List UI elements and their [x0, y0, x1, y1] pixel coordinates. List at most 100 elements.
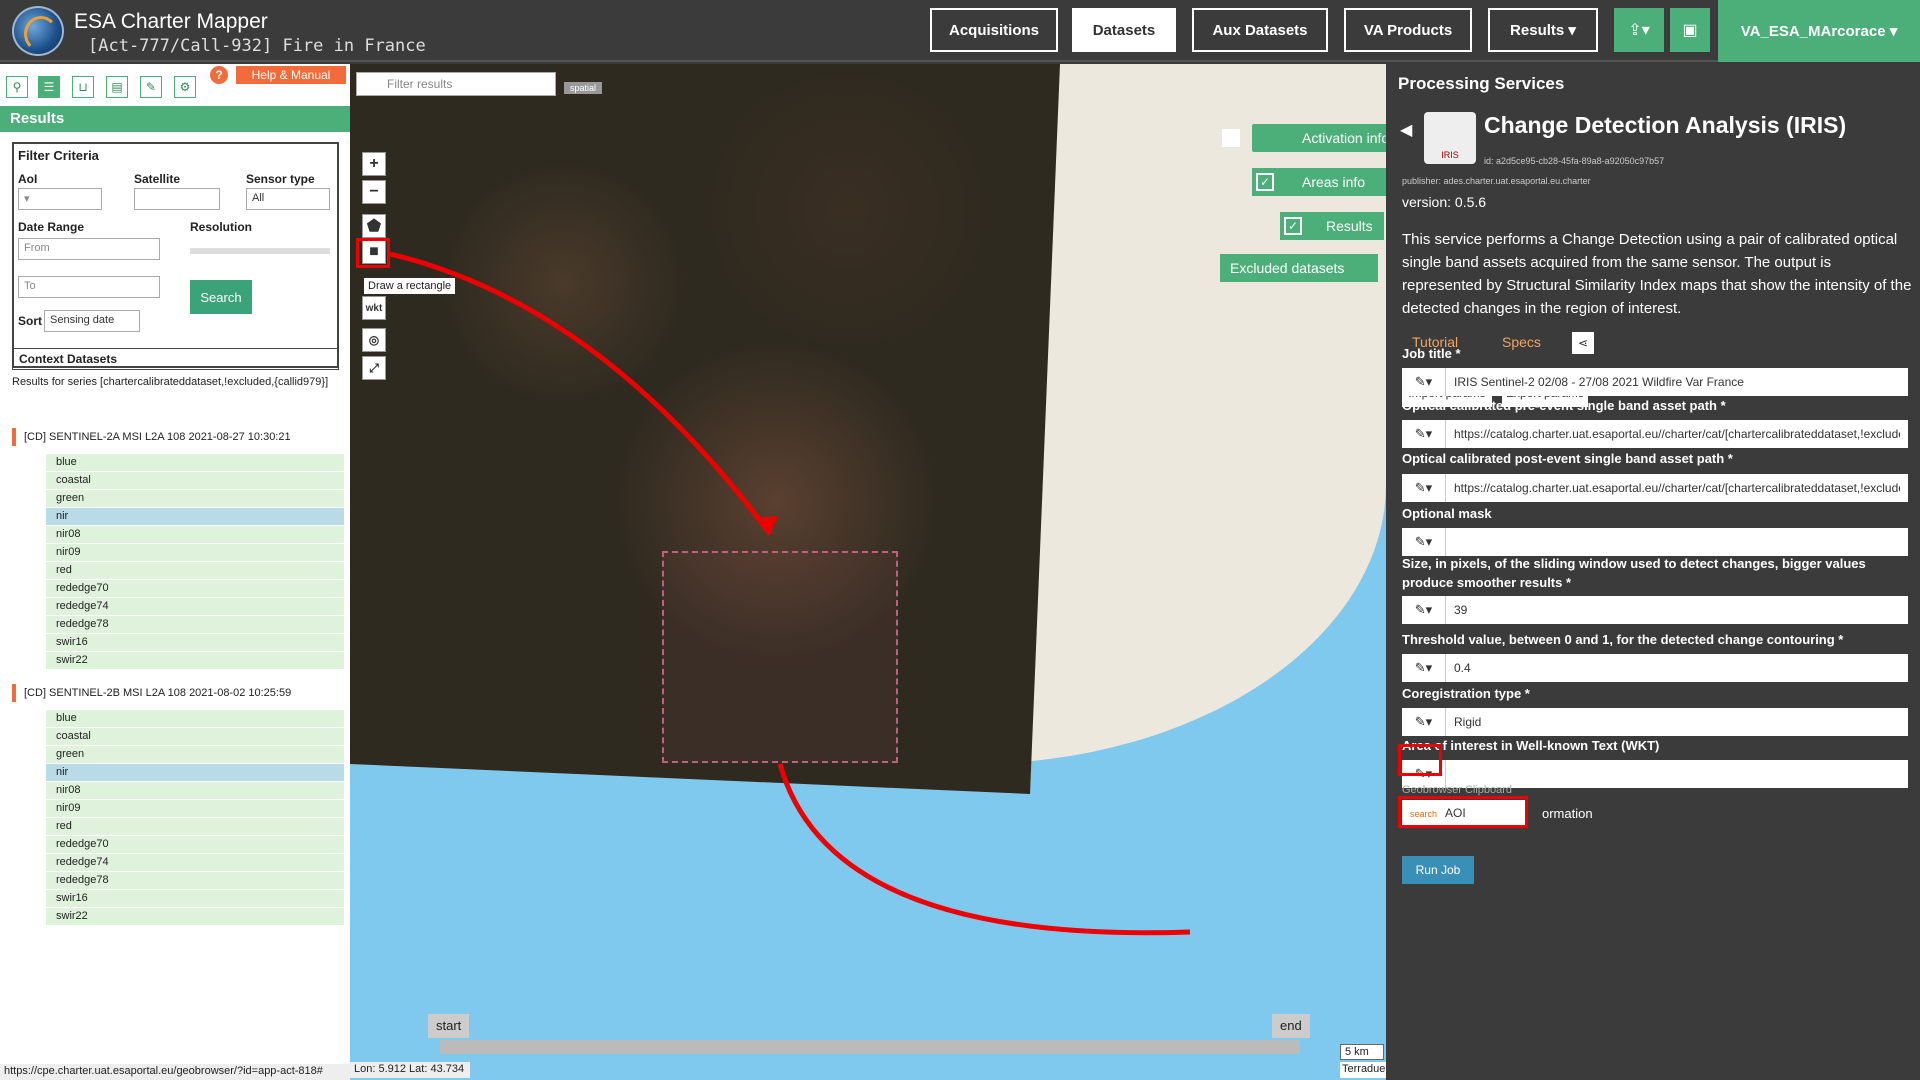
field-input[interactable]: ✎▾ 0.4 — [1402, 654, 1908, 682]
field-value: https://catalog.charter.uat.esaportal.eu… — [1454, 481, 1900, 495]
arrow-to-wkt — [777, 763, 1191, 936]
band-item[interactable]: blue — [46, 454, 344, 472]
band-item[interactable]: green — [46, 490, 344, 508]
nav-results[interactable]: Results ▾ — [1488, 8, 1598, 52]
satellite-label: Satellite — [134, 172, 181, 186]
nav-aux-datasets[interactable]: Aux Datasets — [1192, 8, 1328, 52]
aoi-highlight — [1398, 796, 1528, 828]
band-item[interactable]: nir09 — [46, 800, 344, 818]
band-item[interactable]: swir16 — [46, 890, 344, 908]
band-item[interactable]: rededge78 — [46, 616, 344, 634]
date-to-input[interactable]: To — [18, 276, 160, 298]
band-item[interactable]: nir — [46, 508, 344, 526]
left-toolbar: ⚲ ☰ ⊔ ▤ ✎ ⚙ ? Help & Manual — [0, 64, 350, 106]
band-item[interactable]: coastal — [46, 728, 344, 746]
nav-va-products[interactable]: VA Products — [1344, 8, 1472, 52]
band-item[interactable]: green — [46, 746, 344, 764]
field-label: Optional mask — [1402, 506, 1492, 521]
wand-icon[interactable]: ✎▾ — [1402, 368, 1446, 396]
band-item[interactable]: nir — [46, 764, 344, 782]
band-item[interactable]: swir22 — [46, 908, 344, 926]
wand-icon[interactable]: ✎▾ — [1402, 474, 1446, 502]
wand-icon[interactable]: ✎▾ — [1402, 528, 1446, 556]
field-input[interactable]: ✎▾ Rigid — [1402, 708, 1908, 736]
basket-icon[interactable]: ⊔ — [72, 76, 94, 98]
band-item[interactable]: coastal — [46, 472, 344, 490]
wand-icon[interactable]: ✎▾ — [1402, 654, 1446, 682]
field-input[interactable]: ✎▾ https://catalog.charter.uat.esaportal.… — [1402, 474, 1908, 502]
aoi-select[interactable]: ▾ — [18, 188, 102, 210]
series-query: Results for series [chartercalibrateddat… — [12, 376, 329, 388]
archive-icon[interactable]: ▤ — [106, 76, 128, 98]
clipboard-label: Geobrowser Clipboard — [1402, 784, 1513, 796]
sensor-type-label: Sensor type — [246, 172, 315, 186]
service-description: This service performs a Change Detection… — [1402, 231, 1912, 317]
band-item[interactable]: nir08 — [46, 782, 344, 800]
processing-panel: Processing Services ◀ IRIS Change Detect… — [1386, 64, 1920, 1080]
nav-datasets[interactable]: Datasets — [1072, 8, 1176, 52]
esa-logo-icon[interactable] — [12, 6, 64, 56]
run-job-button[interactable]: Run Job — [1402, 856, 1474, 884]
field-value: https://catalog.charter.uat.esaportal.eu… — [1454, 427, 1900, 441]
field-input[interactable]: ✎▾ 39 — [1402, 596, 1908, 624]
resolution-label: Resolution — [190, 220, 252, 234]
satellite-input[interactable] — [134, 188, 220, 210]
help-manual-button[interactable]: Help & Manual — [236, 66, 346, 84]
date-range-label: Date Range — [18, 220, 85, 234]
band-item[interactable]: blue — [46, 710, 344, 728]
gear-icon[interactable]: ⚙ — [174, 76, 196, 98]
wand-icon[interactable]: ✎▾ — [1402, 420, 1446, 448]
aoi-label: AoI — [18, 172, 38, 186]
wand-icon[interactable]: ✎▾ — [1402, 708, 1446, 736]
band-item[interactable]: swir22 — [46, 652, 344, 670]
app-title: ESA Charter Mapper — [74, 10, 268, 33]
band-item[interactable]: rededge70 — [46, 836, 344, 854]
field-label: Optical calibrated pre-event single band… — [1402, 398, 1726, 413]
field-input[interactable]: ✎▾ — [1402, 528, 1908, 556]
dataset-header-2[interactable]: [CD] SENTINEL-2B MSI L2A 108 2021-08-02 … — [12, 684, 342, 702]
briefcase-icon[interactable]: ▣ — [1670, 8, 1710, 52]
list-icon[interactable]: ☰ — [38, 76, 60, 98]
search-icon[interactable]: ⚲ — [6, 76, 28, 98]
band-item[interactable]: nir09 — [46, 544, 344, 562]
activation-title: [Act-777/Call-932] Fire in France — [88, 36, 426, 56]
band-item[interactable]: swir16 — [46, 634, 344, 652]
resolution-slider[interactable] — [190, 248, 330, 254]
wand-highlight — [1398, 744, 1442, 776]
results-header: Results — [0, 106, 350, 132]
information-label: ormation — [1542, 806, 1593, 821]
date-from-input[interactable]: From — [18, 238, 160, 260]
upload-icon[interactable]: ⇪▾ — [1614, 8, 1664, 52]
sensor-type-select[interactable]: All — [246, 188, 330, 210]
field-label: Threshold value, between 0 and 1, for th… — [1402, 632, 1844, 647]
service-title: Change Detection Analysis (IRIS) — [1484, 112, 1847, 138]
band-item[interactable]: rededge74 — [46, 854, 344, 872]
sort-select[interactable]: Sensing date — [44, 310, 140, 332]
band-item[interactable]: red — [46, 818, 344, 836]
sort-label: Sort — [18, 314, 42, 328]
field-input[interactable]: ✎▾ https://catalog.charter.uat.esaportal.… — [1402, 420, 1908, 448]
user-menu[interactable]: VA_ESA_MArcorace ▾ — [1718, 0, 1920, 62]
pencil-icon[interactable]: ✎ — [140, 76, 162, 98]
field-value: 39 — [1454, 603, 1468, 617]
nav-acquisitions[interactable]: Acquisitions — [930, 8, 1058, 52]
map-view[interactable]: Filter results spatial + − ⬟ ■ Draw a re… — [350, 64, 1386, 1080]
band-item[interactable]: rededge74 — [46, 598, 344, 616]
top-bar: ESA Charter Mapper [Act-777/Call-932] Fi… — [0, 0, 1920, 62]
search-button[interactable]: Search — [190, 280, 252, 314]
band-item[interactable]: red — [46, 562, 344, 580]
band-item[interactable]: nir08 — [46, 526, 344, 544]
wand-icon[interactable]: ✎▾ — [1402, 596, 1446, 624]
back-arrow-icon[interactable]: ◀ — [1400, 120, 1412, 140]
left-panel: ⚲ ☰ ⊔ ▤ ✎ ⚙ ? Help & Manual Results Filt… — [0, 64, 350, 1080]
band-list-1: blue coastal green nir nir08 nir09 red rededge7… — [46, 454, 344, 670]
panel-header: Processing Services — [1398, 74, 1565, 93]
status-url: https://cpe.charter.uat.esaportal.eu/geo… — [0, 1064, 355, 1080]
dataset-header-1[interactable]: [CD] SENTINEL-2A MSI L2A 108 2021-08-27 … — [12, 428, 342, 446]
band-item[interactable]: rededge78 — [46, 872, 344, 890]
help-icon[interactable]: ? — [210, 66, 228, 84]
band-item[interactable]: rededge70 — [46, 580, 344, 598]
iris-service-icon: IRIS — [1424, 112, 1476, 164]
context-datasets-header[interactable]: Context Datasets — [12, 348, 339, 370]
field-input[interactable]: ✎▾ IRIS Sentinel-2 02/08 - 27/08 2021 Wil… — [1402, 368, 1908, 396]
